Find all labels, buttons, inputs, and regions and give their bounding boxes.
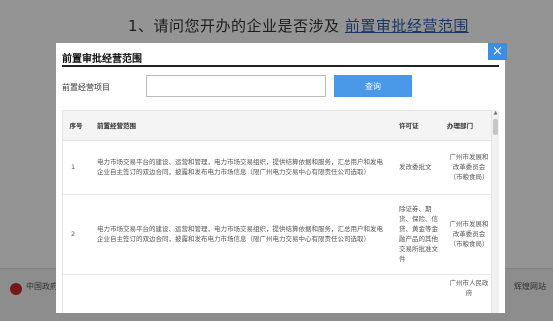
scroll-thumb[interactable] xyxy=(493,119,498,135)
cell-dept: 广州市发展和改革委员会（市粮食局） xyxy=(445,194,491,275)
title-divider xyxy=(62,65,499,67)
dialog-title: 前置审批经营范围 xyxy=(62,54,142,65)
table-row[interactable]: 广州市人民政府 xyxy=(63,274,491,313)
cell-license xyxy=(397,274,445,313)
chevron-up-icon[interactable]: ▲ xyxy=(492,110,499,117)
scope-table: 序号 前置经营范围 许可证 办理部门 1 电力市场交易平台的建设、运营和管理，电… xyxy=(62,110,492,313)
cell-scope xyxy=(89,274,397,313)
header-license: 许可证 xyxy=(397,111,445,141)
cell-license: 除证券、期货、保险、信贷、黄金等金融产品的其他交易所批准文件 xyxy=(397,194,445,275)
cell-dept: 广州市发展和改革委员会（市粮食局） xyxy=(445,140,491,195)
header-seq: 序号 xyxy=(63,111,89,141)
header-dept: 办理部门 xyxy=(445,111,491,141)
scope-dialog: 前置审批经营范围 前置经营项目 查询 序号 前置经营范围 许可证 办理部门 1 … xyxy=(56,43,505,313)
table-scrollbar[interactable]: ▲ xyxy=(492,110,499,313)
cell-dept: 广州市人民政府 xyxy=(445,274,491,313)
cell-seq: 1 xyxy=(63,140,89,195)
cell-scope: 电力市场交易平台的建设、运营和管理，电力市场交易组织，提供结算依据和服务，汇总用… xyxy=(89,140,397,195)
search-label: 前置经营项目 xyxy=(62,83,110,92)
close-icon[interactable]: × xyxy=(488,43,507,60)
table-header-row: 序号 前置经营范围 许可证 办理部门 xyxy=(63,111,491,141)
search-button[interactable]: 查询 xyxy=(334,75,412,97)
table-row[interactable]: 1 电力市场交易平台的建设、运营和管理，电力市场交易组织，提供结算依据和服务，汇… xyxy=(63,140,491,195)
table-row[interactable]: 2 电力市场交易平台的建设、运营和管理，电力市场交易组织，提供结算依据和服务，汇… xyxy=(63,194,491,275)
header-scope: 前置经营范围 xyxy=(89,111,397,141)
cell-scope: 电力市场交易平台的建设、运营和管理，电力市场交易组织，提供结算依据和服务，汇总用… xyxy=(89,194,397,275)
cell-license: 发改委批文 xyxy=(397,140,445,195)
cell-seq: 2 xyxy=(63,194,89,275)
search-input[interactable] xyxy=(146,75,326,97)
cell-seq xyxy=(63,274,89,313)
